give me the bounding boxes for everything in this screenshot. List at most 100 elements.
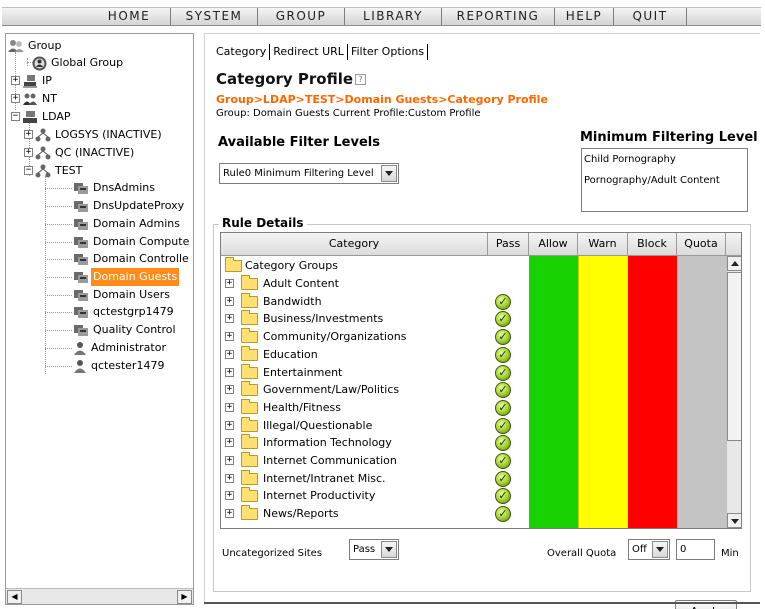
category-row[interactable]: + Internet Productivity ✓ — [221, 487, 529, 505]
help-icon[interactable]: ? — [355, 74, 367, 85]
menu-help[interactable]: HELP — [555, 7, 613, 26]
tree-item-ip[interactable]: IP — [22, 72, 54, 90]
expand-category-button[interactable]: + — [225, 473, 234, 483]
quota-column[interactable] — [677, 256, 726, 528]
menu-system[interactable]: SYSTEM — [171, 7, 257, 26]
pass-check-icon[interactable]: ✓ — [495, 453, 511, 469]
expand-category-button[interactable]: + — [225, 332, 234, 342]
column-header-quota[interactable]: Quota — [677, 233, 726, 256]
scroll-up-button[interactable] — [727, 256, 741, 271]
scroll-down-button[interactable] — [727, 513, 741, 528]
expand-category-button[interactable]: + — [225, 402, 234, 412]
expand-qc[interactable]: + — [24, 148, 33, 157]
category-row[interactable]: + Education ✓ — [221, 345, 529, 364]
collapse-test[interactable]: − — [24, 166, 33, 175]
filter-level-select[interactable]: Rule0 Minimum Filtering Level — [219, 163, 399, 184]
category-row[interactable]: + News/Reports ✓ — [221, 505, 529, 523]
pass-check-icon[interactable]: ✓ — [495, 364, 511, 381]
category-groups-row[interactable]: Category Groups — [221, 257, 529, 275]
pass-check-icon[interactable]: ✓ — [495, 382, 511, 399]
pass-check-icon[interactable]: ✓ — [495, 488, 511, 505]
tab-filter-options[interactable]: Filter Options — [348, 44, 429, 60]
tree-item-global-group[interactable]: Global Group — [32, 54, 125, 72]
menu-quit[interactable]: QUIT — [614, 7, 686, 26]
category-row[interactable]: + Internet/Intranet Misc. ✓ — [221, 469, 529, 488]
tree-horizontal-scrollbar[interactable]: ◀ ▶ — [6, 588, 193, 604]
column-header-allow[interactable]: Allow — [529, 233, 578, 256]
category-row[interactable]: + Information Technology ✓ — [221, 434, 529, 452]
tab-category[interactable]: Category — [213, 44, 271, 60]
tree-item-group[interactable]: Domain Users — [73, 286, 172, 304]
table-vertical-scrollbar[interactable] — [726, 256, 741, 528]
pass-check-icon[interactable]: ✓ — [495, 346, 511, 363]
tree-item-group[interactable]: DnsUpdateProxy — [73, 197, 186, 215]
expand-category-button[interactable]: + — [225, 314, 234, 324]
expand-category-button[interactable]: + — [225, 279, 234, 288]
expand-nt[interactable]: + — [11, 94, 20, 103]
tree-item-group[interactable]: qctestgrp1479 — [73, 303, 176, 321]
category-row[interactable]: + Bandwidth ✓ — [221, 292, 529, 311]
expand-category-button[interactable]: + — [225, 349, 234, 359]
expand-category-button[interactable]: + — [225, 456, 234, 465]
tree-item-group[interactable]: Domain Compute — [73, 233, 191, 251]
expand-logsys[interactable]: + — [24, 130, 33, 139]
tree-item-group[interactable]: Domain Admins — [73, 215, 182, 233]
chevron-down-icon[interactable] — [381, 165, 397, 182]
tree-item-group[interactable]: DnsAdmins — [73, 179, 157, 197]
expand-category-button[interactable]: + — [225, 420, 234, 430]
quota-minutes-input[interactable]: 0 — [676, 539, 715, 560]
pass-check-icon[interactable]: ✓ — [495, 506, 511, 523]
scroll-right-button[interactable]: ▶ — [177, 590, 192, 604]
tree-root-group[interactable]: Group — [8, 37, 64, 55]
tree-item-nt[interactable]: NT — [22, 90, 59, 108]
category-row[interactable]: + Health/Fitness ✓ — [221, 398, 529, 417]
expand-category-button[interactable]: + — [225, 367, 234, 377]
uncategorized-sites-select[interactable]: Pass — [349, 539, 399, 560]
tree-item-group[interactable]: Quality Control — [73, 321, 178, 339]
column-header-category[interactable]: Category — [221, 233, 488, 256]
category-row[interactable]: + Illegal/Questionable ✓ — [221, 416, 529, 435]
expand-category-button[interactable]: + — [225, 385, 234, 395]
collapse-ldap[interactable]: − — [11, 112, 20, 121]
pass-check-icon[interactable]: ✓ — [495, 329, 511, 346]
pass-check-icon[interactable]: ✓ — [495, 435, 511, 452]
allow-column[interactable] — [529, 256, 578, 528]
expand-ip[interactable]: + — [11, 76, 20, 85]
pass-check-icon[interactable]: ✓ — [495, 293, 511, 310]
tree-item-user[interactable]: Administrator — [73, 339, 168, 357]
category-row[interactable]: + Community/Organizations ✓ — [221, 328, 529, 346]
pass-check-icon[interactable]: ✓ — [495, 417, 511, 434]
block-column[interactable] — [628, 256, 677, 528]
scroll-left-button[interactable]: ◀ — [7, 590, 22, 604]
warn-column[interactable] — [578, 256, 628, 528]
category-row[interactable]: + Internet Communication ✓ — [221, 452, 529, 470]
pass-check-icon[interactable]: ✓ — [495, 399, 511, 416]
tree-item-group-selected[interactable]: Domain Guests — [73, 268, 180, 286]
column-header-pass[interactable]: Pass — [488, 233, 529, 256]
menu-reporting[interactable]: REPORTING — [442, 7, 554, 26]
expand-category-button[interactable]: + — [225, 491, 234, 501]
category-row[interactable]: + Government/Law/Politics ✓ — [221, 381, 529, 399]
menu-home[interactable]: HOME — [88, 7, 170, 26]
overall-quota-select[interactable]: Off — [628, 539, 670, 560]
category-row[interactable]: + Entertainment ✓ — [221, 363, 529, 382]
category-row[interactable]: + Adult Content — [221, 275, 529, 293]
chevron-down-icon[interactable] — [381, 541, 397, 558]
menu-library[interactable]: LIBRARY — [345, 7, 441, 26]
tab-redirect-url[interactable]: Redirect URL — [270, 44, 348, 60]
tree-item-qc[interactable]: QC (INACTIVE) — [35, 144, 136, 162]
pass-check-icon[interactable]: ✓ — [495, 311, 511, 328]
expand-category-button[interactable]: + — [225, 296, 234, 306]
pass-check-icon[interactable]: ✓ — [495, 470, 511, 487]
scroll-thumb[interactable] — [727, 272, 741, 441]
tree-item-group[interactable]: Domain Controlle — [73, 250, 191, 268]
tree-item-ldap[interactable]: LDAP — [22, 108, 73, 126]
tree-item-test[interactable]: TEST — [35, 162, 84, 180]
menu-group[interactable]: GROUP — [258, 7, 344, 26]
column-header-warn[interactable]: Warn — [578, 233, 628, 256]
column-header-block[interactable]: Block — [628, 233, 677, 256]
tree-item-user[interactable]: qctester1479 — [73, 357, 166, 375]
chevron-down-icon[interactable] — [652, 541, 668, 558]
category-row[interactable]: + Business/Investments ✓ — [221, 310, 529, 328]
expand-category-button[interactable]: + — [225, 509, 234, 519]
